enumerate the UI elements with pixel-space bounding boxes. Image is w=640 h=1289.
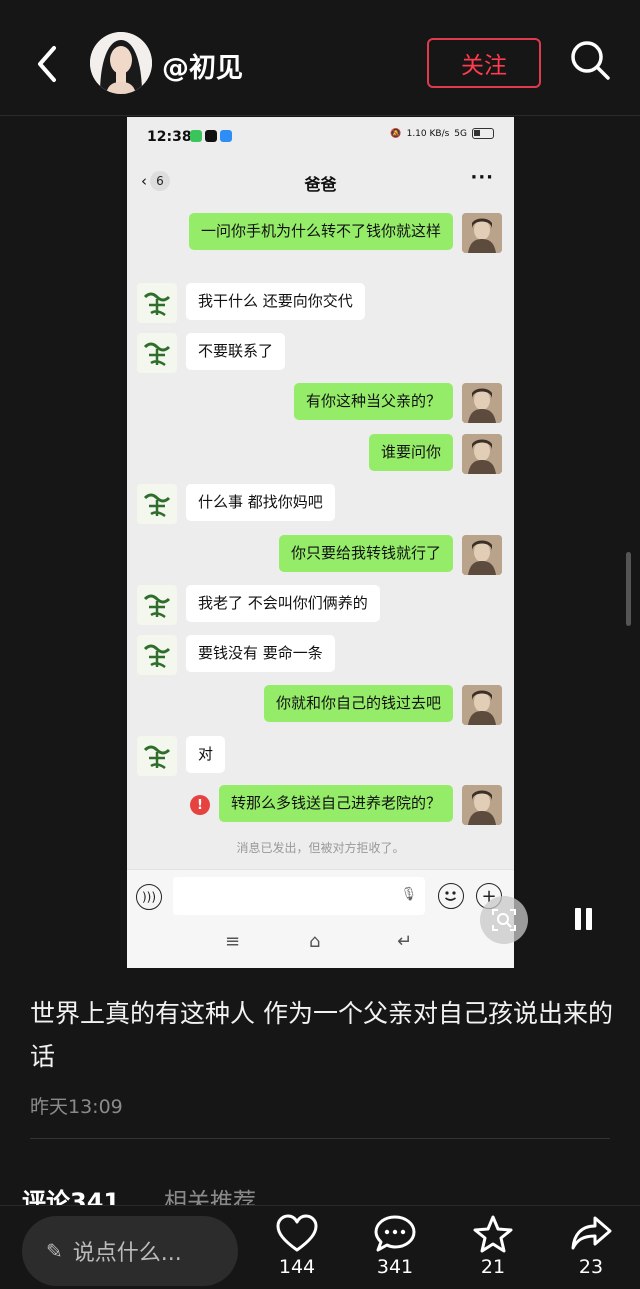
contact-avatar [137, 585, 177, 625]
message-bubble: 对 [186, 736, 226, 773]
status-speed: 1.10 KB/s [406, 128, 450, 139]
emoji-icon [438, 883, 464, 909]
mute-icon: 🔕 [390, 128, 402, 139]
scroll-indicator[interactable] [626, 552, 631, 626]
like-button[interactable]: 144 [267, 1214, 327, 1278]
chat-message: 要钱没有 要命一条 [137, 635, 344, 675]
chat-header: ‹ 6 爸爸 ··· [127, 159, 514, 203]
post-time: 昨天13:09 [30, 1096, 123, 1118]
share-icon [571, 1216, 612, 1250]
voice-icon: ))) [136, 884, 162, 910]
status-time: 12:38 [147, 129, 192, 145]
favorite-count: 21 [480, 1256, 506, 1278]
favorite-button[interactable]: 21 [463, 1214, 523, 1278]
pen-icon: ✎ [46, 1239, 63, 1263]
image-search-button[interactable] [480, 896, 528, 944]
chat-message: 什么事 都找你妈吧 [137, 484, 344, 524]
lens-icon [492, 909, 516, 931]
contact-avatar [137, 283, 177, 323]
sender-avatar [462, 213, 502, 253]
sender-avatar [462, 535, 502, 575]
post-caption: 世界上真的有这种人 作为一个父亲对自己孩说出来的话 [30, 999, 613, 1071]
chat-title: 爸爸 [304, 175, 337, 194]
chat-input-bar: ))) 🎙 + [127, 869, 514, 921]
follow-button[interactable]: 关注 [427, 38, 541, 88]
top-bar: @初见 关注 [0, 0, 640, 116]
return-icon: ↵ [397, 931, 413, 952]
message-bubble: 有你这种当父亲的？ [293, 383, 453, 420]
message-bubble: 不要联系了 [186, 333, 286, 370]
more-icon: ··· [470, 167, 494, 188]
chat-message: 我干什么 还要向你交代 [137, 283, 374, 323]
message-bubble: 一问你手机为什么转不了钱你就这样 [188, 213, 453, 250]
author-name[interactable]: @初见 [162, 46, 243, 85]
like-count: 144 [278, 1256, 316, 1278]
chat-message: 你只要给我转钱就行了 [270, 535, 502, 575]
search-icon[interactable] [568, 38, 612, 82]
chat-message: 谁要问你 [360, 434, 502, 474]
comment-bubble-icon [374, 1215, 416, 1252]
message-bubble: 你只要给我转钱就行了 [278, 535, 453, 572]
comment-placeholder: 说点什么... [72, 1241, 182, 1266]
share-count: 23 [578, 1256, 604, 1278]
status-network: 5G [454, 128, 467, 139]
back-icon[interactable] [30, 42, 66, 86]
pause-icon[interactable] [570, 906, 598, 934]
message-bubble: 我干什么 还要向你交代 [186, 283, 365, 320]
menu-icon: ≡ [225, 931, 241, 952]
error-icon: ! [189, 795, 210, 815]
divider [30, 1138, 610, 1139]
sender-avatar [462, 383, 502, 423]
comment-button[interactable]: 341 [365, 1214, 425, 1278]
home-icon: ⌂ [309, 931, 321, 952]
comment-count: 341 [376, 1256, 414, 1278]
contact-avatar [137, 635, 177, 675]
chat-message: 你就和你自己的钱过去吧 [255, 685, 502, 725]
chat-message: 有你这种当父亲的？ [285, 383, 502, 423]
contact-avatar [137, 484, 177, 524]
share-button[interactable]: 23 [561, 1214, 621, 1278]
message-bubble: 转那么多钱送自己进养老院的？ [218, 785, 453, 822]
author-avatar[interactable] [90, 32, 152, 94]
message-bubble: 谁要问你 [368, 434, 453, 471]
phone-nav-bar: ≡ ⌂ ↵ [127, 921, 514, 968]
message-bubble: 你就和你自己的钱过去吧 [263, 685, 453, 722]
sender-avatar [462, 434, 502, 474]
status-indicators: 🔕 1.10 KB/s 5G [390, 128, 494, 139]
star-icon [473, 1215, 513, 1253]
status-app-icons [190, 130, 232, 142]
chat-message: 我老了 不会叫你们俩养的 [137, 585, 389, 625]
system-note: 消息已发出，但被对方拒收了。 [236, 841, 405, 855]
comment-input[interactable]: ✎ 说点什么... [22, 1216, 238, 1286]
message-bubble: 要钱没有 要命一条 [186, 635, 335, 672]
contact-avatar [137, 333, 177, 373]
chat-message: 一问你手机为什么转不了钱你就这样 [180, 213, 502, 253]
chat-message: 转那么多钱送自己进养老院的？! [189, 785, 502, 825]
post-image[interactable]: 12:38 🔕 1.10 KB/s 5G ‹ 6 爸爸 ··· 一问你手机为什么… [127, 117, 514, 968]
sender-avatar [462, 785, 502, 825]
message-bubble: 什么事 都找你妈吧 [186, 484, 335, 521]
sender-avatar [462, 685, 502, 725]
chat-text-field: 🎙 [173, 877, 425, 915]
chat-message: 不要联系了 [137, 333, 294, 373]
heart-icon [276, 1214, 318, 1252]
message-bubble: 我老了 不会叫你们俩养的 [186, 585, 380, 622]
bottom-action-bar: ✎ 说点什么... 144 341 21 23 [0, 1205, 640, 1289]
mic-icon: 🎙 [400, 887, 417, 902]
chat-message: 对 [137, 736, 234, 776]
battery-icon [472, 128, 494, 139]
phone-status-bar: 12:38 🔕 1.10 KB/s 5G [127, 117, 514, 159]
contact-avatar [137, 736, 177, 776]
